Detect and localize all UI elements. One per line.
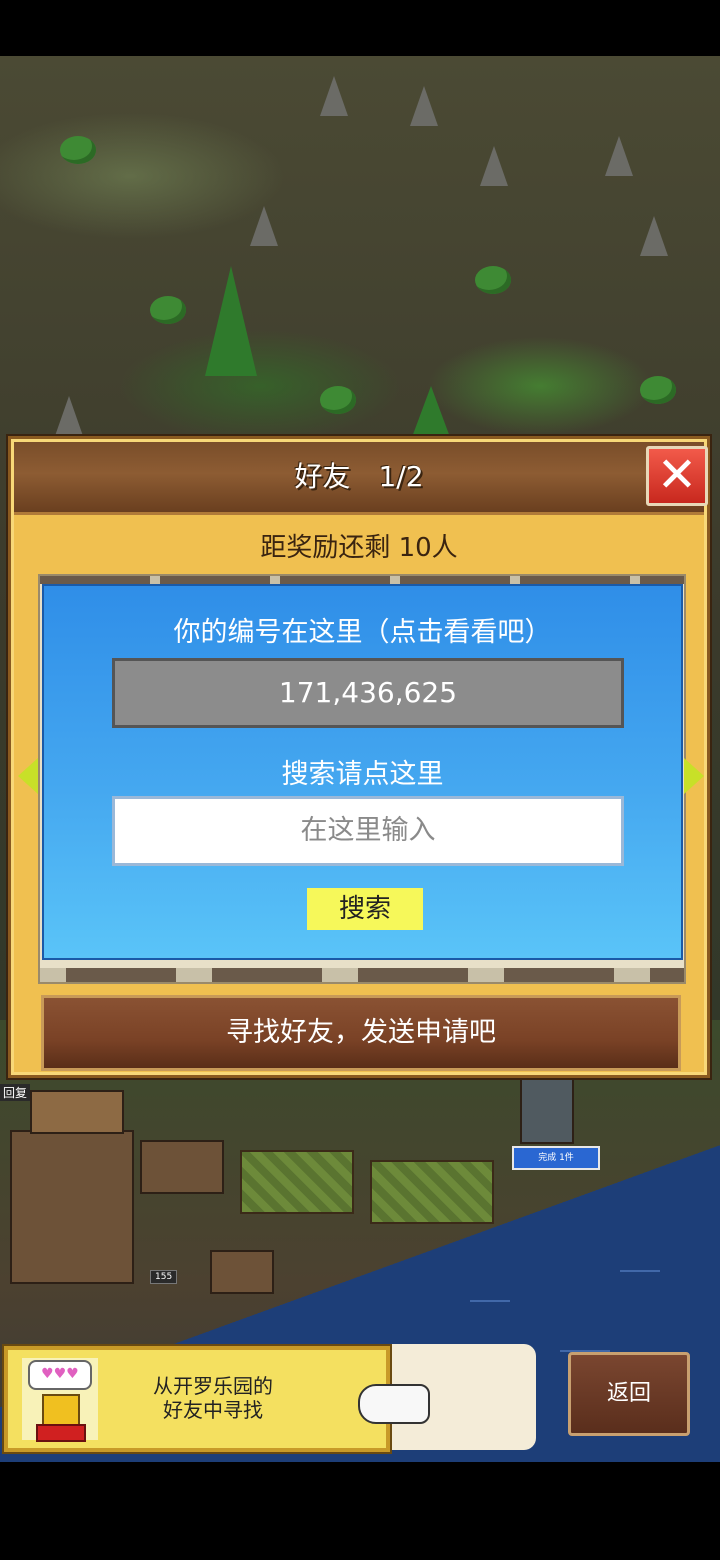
water-ripple (470, 1300, 510, 1302)
bush (640, 376, 676, 404)
task-complete-tag[interactable]: 完成 1件 (512, 1146, 600, 1170)
bush (150, 296, 186, 324)
close-button[interactable]: ✕ (646, 446, 708, 506)
robot-body (36, 1424, 86, 1442)
reward-remaining-text: 距奖励还剩 10人 (260, 533, 458, 563)
panel-strip-top (40, 576, 684, 584)
panel-strip-bottom (40, 968, 684, 982)
search-input[interactable]: 在这里输入 (112, 796, 624, 866)
search-label: 搜索请点这里 (281, 759, 444, 790)
tree (205, 266, 257, 376)
close-icon: ✕ (656, 447, 698, 503)
crop-field (240, 1150, 354, 1214)
tower-building (520, 1070, 574, 1144)
hearts-bubble: ♥♥♥ (28, 1360, 92, 1390)
rock (605, 136, 633, 176)
friend-id-panel: 你的编号在这里（点击看看吧） 171,436,625 搜索请点这里 在这里输入 … (42, 584, 683, 960)
recover-tag: 回复 (0, 1084, 31, 1101)
well-building (210, 1250, 274, 1294)
bush (60, 136, 96, 164)
rock (410, 86, 438, 126)
id-label: 你的编号在这里（点击看看吧） (173, 617, 552, 648)
bush (320, 386, 356, 414)
shop-building (10, 1130, 134, 1284)
kairo-friends-banner[interactable]: ♥♥♥ 从开罗乐园的 好友中寻找 (4, 1346, 390, 1452)
house-building (140, 1140, 224, 1194)
navigation-bar (0, 1462, 720, 1560)
shop-roof (30, 1090, 124, 1134)
search-button[interactable]: 搜索 (307, 888, 423, 930)
robot-avatar-icon: ♥♥♥ (22, 1358, 98, 1442)
prev-page-arrow-icon[interactable] (18, 758, 38, 794)
rock (320, 76, 348, 116)
rock (55, 396, 83, 436)
banner-text-line2: 好友中寻找 (163, 1398, 263, 1422)
friend-id-box[interactable]: 171,436,625 (112, 658, 624, 728)
next-page-arrow-icon[interactable] (684, 758, 704, 794)
find-friends-button[interactable]: 寻找好友，发送申请吧 (41, 995, 681, 1071)
status-bar (0, 0, 720, 56)
friends-dialog: 好友 1/2 ✕ 距奖励还剩 10人 你的编号在这里（点击看看吧） 171,43… (8, 436, 710, 1078)
rock (640, 216, 668, 256)
rock (250, 206, 278, 246)
dialog-title: 好友 1/2 (294, 460, 424, 493)
crop-field (370, 1160, 494, 1224)
number-tag: 155 (150, 1270, 178, 1284)
banner-text-line1: 从开罗乐园的 (153, 1374, 273, 1398)
pointing-hand-icon (358, 1384, 430, 1424)
back-button[interactable]: 返回 (568, 1352, 690, 1436)
dialog-header: 好友 1/2 ✕ (14, 442, 708, 515)
bush (475, 266, 511, 294)
water-ripple (620, 1270, 660, 1272)
rock (480, 146, 508, 186)
banner-text: 从开罗乐园的 好友中寻找 (118, 1374, 308, 1422)
